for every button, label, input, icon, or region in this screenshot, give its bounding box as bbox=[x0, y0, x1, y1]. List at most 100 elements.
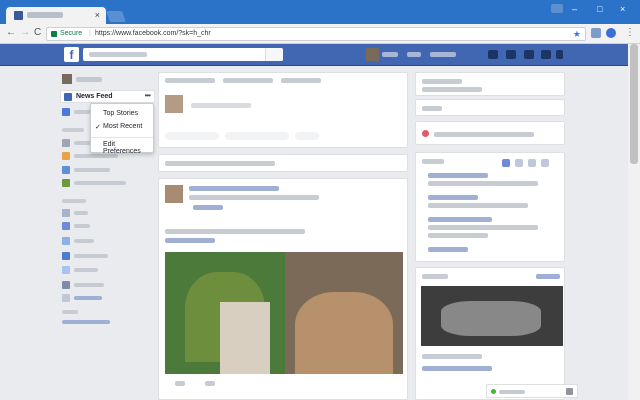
chat-settings-icon[interactable] bbox=[566, 388, 573, 395]
composer-tab-live[interactable] bbox=[281, 78, 321, 83]
profile-name-link[interactable] bbox=[76, 77, 102, 82]
avatar bbox=[165, 95, 183, 113]
post-author-link[interactable] bbox=[189, 186, 279, 191]
menu-item-most-recent[interactable]: Most Recent bbox=[103, 123, 142, 130]
sidebar-item[interactable] bbox=[62, 294, 132, 302]
bookmark-star-icon[interactable]: ★ bbox=[573, 29, 581, 40]
see-more-icon bbox=[62, 294, 70, 302]
maximize-button[interactable]: □ bbox=[597, 4, 602, 14]
composer-card bbox=[158, 72, 408, 148]
composer-input[interactable] bbox=[191, 103, 251, 108]
notifications-icon[interactable] bbox=[524, 50, 534, 59]
trending-tab-icon[interactable] bbox=[502, 159, 510, 167]
post-tags[interactable] bbox=[193, 205, 223, 210]
sidebar-item[interactable] bbox=[62, 166, 132, 174]
address-url[interactable]: https://www.facebook.com/?sk=h_chr bbox=[95, 30, 211, 37]
address-bar[interactable]: Secure | https://www.facebook.com/?sk=h_… bbox=[46, 27, 586, 41]
account-menu-icon[interactable] bbox=[556, 50, 563, 59]
trending-title bbox=[422, 159, 444, 164]
window-close-button[interactable]: × bbox=[620, 4, 625, 14]
feeling-activity-button[interactable] bbox=[225, 132, 289, 140]
sidebar-item[interactable] bbox=[62, 237, 132, 245]
sidebar-item[interactable] bbox=[62, 281, 132, 289]
avatar[interactable] bbox=[165, 185, 183, 203]
composer-tab-make-post[interactable] bbox=[165, 78, 215, 83]
extension-icon[interactable] bbox=[591, 28, 601, 38]
page-icon bbox=[62, 237, 70, 245]
page-scrollbar[interactable] bbox=[628, 44, 640, 400]
tab-title bbox=[27, 12, 63, 18]
avatar[interactable] bbox=[366, 48, 379, 61]
more-options-icon[interactable]: ••• bbox=[145, 91, 151, 100]
sponsored-link[interactable] bbox=[422, 366, 492, 371]
avatar[interactable] bbox=[62, 74, 72, 84]
post-text bbox=[165, 229, 305, 234]
new-tab-button[interactable] bbox=[105, 11, 127, 22]
facebook-logo[interactable]: f bbox=[64, 47, 79, 62]
photo-video-button[interactable] bbox=[165, 132, 219, 140]
sidebar-item[interactable] bbox=[62, 179, 132, 187]
trending-tab-icon[interactable] bbox=[515, 159, 523, 167]
sidebar-item[interactable] bbox=[62, 266, 132, 274]
right-card bbox=[415, 72, 565, 96]
find-friends-link[interactable] bbox=[430, 52, 456, 57]
home-link[interactable] bbox=[407, 52, 421, 57]
sidebar-section-link[interactable] bbox=[62, 320, 110, 324]
trending-tab-icon[interactable] bbox=[541, 159, 549, 167]
sidebar-item[interactable] bbox=[62, 222, 132, 230]
scrollbar-thumb[interactable] bbox=[630, 44, 638, 164]
trending-item[interactable] bbox=[428, 217, 492, 222]
sidebar-item[interactable] bbox=[62, 209, 132, 217]
profile-icon[interactable] bbox=[551, 4, 563, 13]
menu-divider bbox=[91, 137, 153, 138]
back-button[interactable]: ← bbox=[6, 27, 16, 39]
birthdays-text[interactable] bbox=[434, 132, 534, 137]
gift-icon bbox=[422, 130, 429, 137]
see-more-link[interactable] bbox=[428, 247, 468, 252]
more-button[interactable] bbox=[295, 132, 319, 140]
extension-icon[interactable] bbox=[606, 28, 616, 38]
sidebar-item-news-feed[interactable]: News Feed ••• bbox=[60, 90, 155, 103]
quick-help-icon[interactable] bbox=[541, 50, 551, 59]
trending-tab-icon[interactable] bbox=[528, 159, 536, 167]
feed-sort-menu: Top Stories ✓ Most Recent Edit Preferenc… bbox=[90, 103, 154, 155]
trending-item-text bbox=[428, 233, 488, 238]
friend-requests-icon[interactable] bbox=[488, 50, 498, 59]
feed-filter-text bbox=[165, 161, 275, 166]
page-icon bbox=[62, 252, 70, 260]
menu-item-top-stories[interactable]: Top Stories bbox=[103, 110, 138, 117]
group-icon bbox=[62, 139, 70, 147]
post-photo[interactable] bbox=[165, 252, 403, 374]
sidebar-section-heading bbox=[62, 310, 78, 314]
trending-item[interactable] bbox=[428, 173, 488, 178]
browser-menu-icon[interactable]: ⋮ bbox=[625, 27, 635, 38]
like-button[interactable] bbox=[175, 381, 185, 386]
page-icon bbox=[62, 266, 70, 274]
sidebar-item-label bbox=[74, 254, 108, 258]
group-icon bbox=[62, 152, 70, 160]
menu-item-edit-preferences[interactable]: Edit Preferences bbox=[103, 141, 153, 155]
comment-button[interactable] bbox=[205, 381, 215, 386]
sidebar-item[interactable] bbox=[62, 252, 132, 260]
forward-button[interactable]: → bbox=[20, 27, 30, 39]
reload-button[interactable]: C bbox=[34, 27, 41, 39]
online-status-icon bbox=[491, 389, 496, 394]
tab-close-icon[interactable]: × bbox=[95, 9, 100, 21]
sidebar-section-heading bbox=[62, 199, 86, 203]
right-card bbox=[415, 99, 565, 116]
group-icon bbox=[62, 166, 70, 174]
messages-icon[interactable] bbox=[506, 50, 516, 59]
minimize-button[interactable]: – bbox=[572, 4, 577, 14]
right-card-text bbox=[422, 87, 482, 92]
composer-tab-photo[interactable] bbox=[223, 78, 273, 83]
post-link[interactable] bbox=[165, 238, 215, 243]
create-ad-link[interactable] bbox=[536, 274, 560, 279]
facebook-search-input[interactable] bbox=[83, 48, 283, 61]
profile-name-link[interactable] bbox=[382, 52, 398, 57]
browser-tab[interactable]: × bbox=[6, 7, 106, 24]
chat-bar[interactable] bbox=[486, 384, 578, 398]
chat-label bbox=[499, 390, 525, 394]
sponsored-image[interactable] bbox=[421, 286, 563, 346]
search-icon[interactable] bbox=[265, 48, 283, 61]
trending-item[interactable] bbox=[428, 195, 478, 200]
